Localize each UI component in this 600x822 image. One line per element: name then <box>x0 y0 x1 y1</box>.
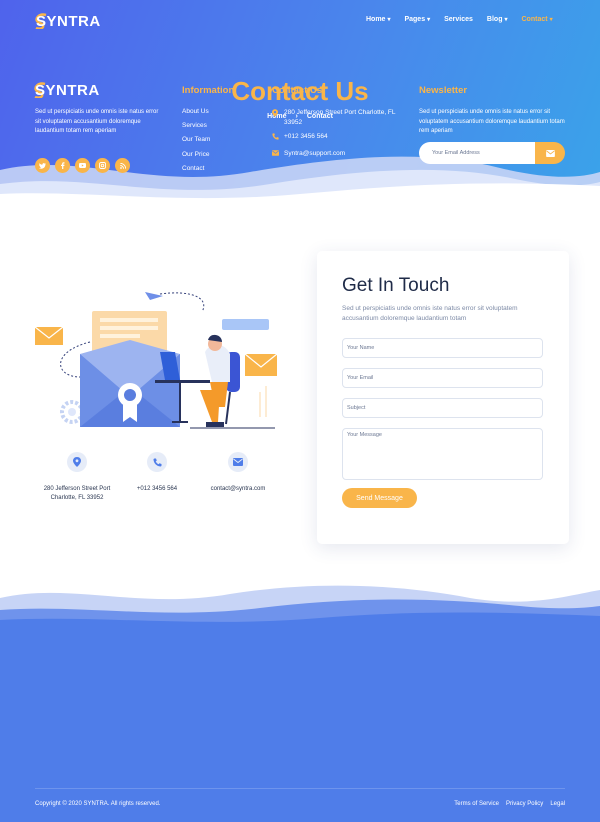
nav-item-services[interactable]: Services <box>444 16 473 23</box>
map-pin-icon <box>67 452 87 472</box>
contact-illustration <box>34 292 278 429</box>
newsletter-heading: Newsletter <box>419 85 468 96</box>
site-logo[interactable]: SYNTRA <box>35 12 101 30</box>
main-nav: Home ▾ Pages ▾ Services Blog ▾ Contact ▾ <box>366 16 567 23</box>
envelope-icon <box>228 452 248 472</box>
footer-link-contact[interactable]: Contact <box>182 165 210 179</box>
footer-body <box>0 626 600 822</box>
footer-email[interactable]: Syntra@support.com <box>284 149 345 159</box>
legal-links: Terms of Service Privacy Policy Legal <box>447 801 565 807</box>
nav-item-contact[interactable]: Contact ▾ <box>522 16 553 23</box>
subject-input[interactable]: Subject <box>342 398 543 418</box>
logo-text: SYNTRA <box>36 12 101 30</box>
privacy-link[interactable]: Privacy Policy <box>506 801 543 807</box>
copyright-text: Copyright © 2020 SYNTRA. All rights rese… <box>35 801 161 807</box>
instagram-icon[interactable] <box>95 158 110 173</box>
chevron-down-icon: ▾ <box>427 17 431 23</box>
legal-link[interactable]: Legal <box>550 801 565 807</box>
terms-link[interactable]: Terms of Service <box>454 801 499 807</box>
chevron-down-icon: ▾ <box>549 17 553 23</box>
social-links <box>35 158 135 173</box>
newsletter-description: Sed ut perspiciatis unde omnis iste natu… <box>419 109 565 134</box>
nav-label: Pages <box>404 16 426 23</box>
newsletter-email-input[interactable]: Your Email Address <box>419 142 535 164</box>
name-input[interactable]: Your Name <box>342 338 543 358</box>
email-input[interactable]: Your Email <box>342 368 543 388</box>
phone-icon <box>272 133 284 144</box>
facebook-icon[interactable] <box>55 158 70 173</box>
information-heading: Information <box>182 85 235 96</box>
envelope-icon <box>272 149 284 160</box>
contact-form-card: Get In Touch Sed ut perspiciatis unde om… <box>317 251 569 544</box>
contact-heading: Contact Us <box>272 85 323 96</box>
map-pin-icon <box>272 109 284 121</box>
footer-contact: 280 Jefferson Street Port Charlotte, FL … <box>272 108 412 164</box>
footer-waves <box>0 585 600 630</box>
message-textarea[interactable]: Your Message <box>342 428 543 480</box>
address-line2: Charlotte, FL 33952 <box>50 495 104 501</box>
footer-phone-row: +012 3456 564 <box>272 132 412 144</box>
email-info: contact@syntra.com <box>183 452 293 494</box>
nav-label: Home <box>366 16 386 23</box>
send-message-button[interactable]: Send Message <box>342 488 417 508</box>
information-links: About Us Services Our Team Our Price Con… <box>182 108 210 179</box>
footer-divider <box>35 788 565 789</box>
chevron-down-icon: ▾ <box>504 17 508 23</box>
footer-link-price[interactable]: Our Price <box>182 151 210 165</box>
nav-label: Contact <box>521 16 548 23</box>
chevron-down-icon: ▾ <box>387 17 391 23</box>
site-footer <box>0 580 600 822</box>
form-title: Get In Touch <box>342 275 450 296</box>
nav-item-home[interactable]: Home ▾ <box>366 16 390 23</box>
footer-link-team[interactable]: Our Team <box>182 136 210 150</box>
nav-label: Services <box>444 16 473 23</box>
footer-address-row: 280 Jefferson Street Port Charlotte, FL … <box>272 108 412 127</box>
twitter-icon[interactable] <box>35 158 50 173</box>
footer-description: Sed ut perspiciatis unde omnis iste natu… <box>35 109 159 134</box>
footer-address: 280 Jefferson Street Port Charlotte, FL … <box>284 109 396 126</box>
nav-label: Blog <box>486 16 503 23</box>
nav-item-pages[interactable]: Pages ▾ <box>404 16 430 23</box>
youtube-icon[interactable] <box>75 158 90 173</box>
footer-link-about[interactable]: About Us <box>182 108 210 122</box>
logo-text: SYNTRA <box>35 82 100 99</box>
footer-link-services[interactable]: Services <box>182 122 210 136</box>
form-description: Sed ut perspiciatis unde omnis iste natu… <box>342 305 518 322</box>
footer-logo[interactable]: SYNTRA <box>34 82 100 99</box>
envelope-icon <box>545 149 555 157</box>
newsletter-form: Your Email Address <box>419 142 565 164</box>
hero-banner: SYNTRA Home ▾ Pages ▾ Services Blog ▾ Conta… <box>0 0 600 205</box>
nav-item-blog[interactable]: Blog ▾ <box>487 16 508 23</box>
footer-phone[interactable]: +012 3456 564 <box>284 132 328 142</box>
newsletter-submit-button[interactable] <box>535 142 565 164</box>
footer-email-row: Syntra@support.com <box>272 149 412 160</box>
email-address[interactable]: contact@syntra.com <box>183 485 293 494</box>
phone-icon <box>147 452 167 472</box>
rss-icon[interactable] <box>115 158 130 173</box>
